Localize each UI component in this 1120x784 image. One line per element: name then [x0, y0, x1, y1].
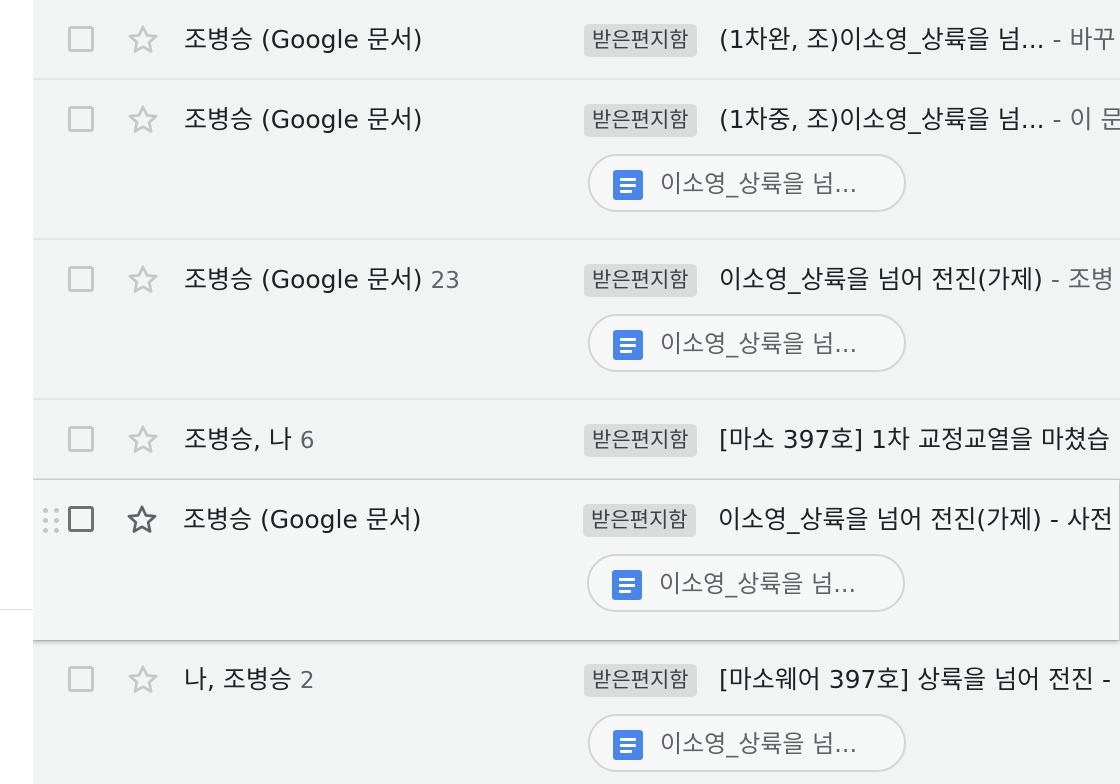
thread-count: 23	[430, 268, 460, 294]
inbox-label-chip: 받은편지함	[584, 264, 697, 297]
attachment-name: 이소영_상륙을 넘...	[660, 170, 858, 198]
google-docs-icon	[612, 570, 642, 600]
inbox-label-chip: 받은편지함	[584, 664, 697, 697]
star-icon[interactable]	[125, 22, 161, 58]
gutter-divider	[0, 609, 33, 610]
sender-label: 나, 조병승	[184, 665, 292, 694]
sender-label: 조병승 (Google 문서)	[184, 105, 423, 134]
email-row-hovered[interactable]: 조병승 (Google 문서) 받은편지함 이소영_상륙을 넘어 전진(가제) …	[33, 480, 1119, 640]
star-icon[interactable]	[125, 422, 161, 458]
subject-text: [마소웨어 397호] 상륙을 넘어 전진 -	[719, 665, 1111, 694]
select-checkbox[interactable]	[68, 26, 94, 52]
inbox-label-chip: 받은편지함	[584, 424, 697, 457]
inbox-label-chip: 받은편지함	[584, 24, 697, 57]
select-checkbox[interactable]	[68, 266, 94, 292]
attachment-chip[interactable]: 이소영_상륙을 넘...	[587, 554, 905, 612]
sender-name: 조병승 (Google 문서)	[183, 502, 422, 538]
star-icon[interactable]	[124, 502, 160, 538]
email-subject: [마소웨어 397호] 상륙을 넘어 전진 -	[719, 662, 1111, 698]
email-row[interactable]: 조병승, 나 6 받은편지함 [마소 397호] 1차 교정교열을 마쳤습	[33, 400, 1120, 480]
google-docs-icon	[613, 330, 643, 360]
email-row[interactable]: 조병승 (Google 문서) 23 받은편지함 이소영_상륙을 넘어 전진(가제…	[33, 240, 1120, 400]
thread-count: 6	[299, 428, 315, 454]
sender-label: 조병승 (Google 문서)	[183, 505, 422, 534]
subject-text: (1차완, 조)이소영_상륙을 넘...	[719, 25, 1045, 54]
thread-count: 2	[299, 668, 315, 694]
select-checkbox[interactable]	[68, 506, 94, 532]
google-docs-icon	[613, 170, 643, 200]
sender-label: 조병승 (Google 문서)	[184, 265, 423, 294]
snippet-text: - 조병	[1042, 265, 1114, 294]
select-checkbox[interactable]	[68, 426, 94, 452]
snippet-text: - 바꾸	[1044, 25, 1116, 54]
email-subject: [마소 397호] 1차 교정교열을 마쳤습	[719, 422, 1110, 458]
email-subject: 이소영_상륙을 넘어 전진(가제) - 조병	[719, 262, 1114, 298]
sender-name: 조병승 (Google 문서)	[184, 102, 423, 138]
attachment-name: 이소영_상륙을 넘...	[659, 570, 857, 598]
star-icon[interactable]	[125, 662, 161, 698]
email-row[interactable]: 조병승 (Google 문서) 받은편지함 (1차중, 조)이소영_상륙을 넘.…	[33, 80, 1120, 240]
attachment-chip[interactable]: 이소영_상륙을 넘...	[588, 714, 906, 772]
email-list: 조병승 (Google 문서) 받은편지함 (1차완, 조)이소영_상륙을 넘.…	[33, 0, 1120, 784]
subject-text: 이소영_상륙을 넘어 전진(가제)	[719, 265, 1043, 294]
google-docs-icon	[613, 730, 643, 760]
left-gutter	[0, 0, 33, 784]
attachment-chip[interactable]: 이소영_상륙을 넘...	[588, 314, 906, 372]
sender-name: 조병승 (Google 문서) 23	[184, 262, 460, 299]
email-subject: (1차중, 조)이소영_상륙을 넘... - 이 문	[719, 102, 1120, 138]
email-row[interactable]: 조병승 (Google 문서) 받은편지함 (1차완, 조)이소영_상륙을 넘.…	[33, 0, 1120, 80]
star-icon[interactable]	[125, 262, 161, 298]
sender-name: 조병승 (Google 문서)	[184, 22, 423, 58]
select-checkbox[interactable]	[68, 106, 94, 132]
attachment-name: 이소영_상륙을 넘...	[660, 730, 858, 758]
sender-name: 조병승, 나 6	[184, 422, 315, 459]
inbox-label-chip: 받은편지함	[584, 104, 697, 137]
email-row[interactable]: 나, 조병승 2 받은편지함 [마소웨어 397호] 상륙을 넘어 전진 - 이소…	[33, 641, 1120, 784]
subject-text: 이소영_상륙을 넘어 전진(가제) - 사전	[718, 505, 1113, 534]
select-checkbox[interactable]	[68, 666, 94, 692]
subject-text: [마소 397호] 1차 교정교열을 마쳤습	[719, 425, 1110, 454]
sender-label: 조병승, 나	[184, 425, 292, 454]
email-subject: (1차완, 조)이소영_상륙을 넘... - 바꾸	[719, 22, 1116, 58]
sender-label: 조병승 (Google 문서)	[184, 25, 423, 54]
attachment-name: 이소영_상륙을 넘...	[660, 330, 858, 358]
star-icon[interactable]	[125, 102, 161, 138]
sender-name: 나, 조병승 2	[184, 662, 315, 699]
attachment-chip[interactable]: 이소영_상륙을 넘...	[588, 154, 906, 212]
email-subject: 이소영_상륙을 넘어 전진(가제) - 사전	[718, 502, 1113, 538]
subject-text: (1차중, 조)이소영_상륙을 넘...	[719, 105, 1045, 134]
snippet-text: - 이 문	[1044, 105, 1120, 134]
drag-handle-icon[interactable]	[43, 508, 61, 536]
inbox-label-chip: 받은편지함	[583, 504, 696, 537]
